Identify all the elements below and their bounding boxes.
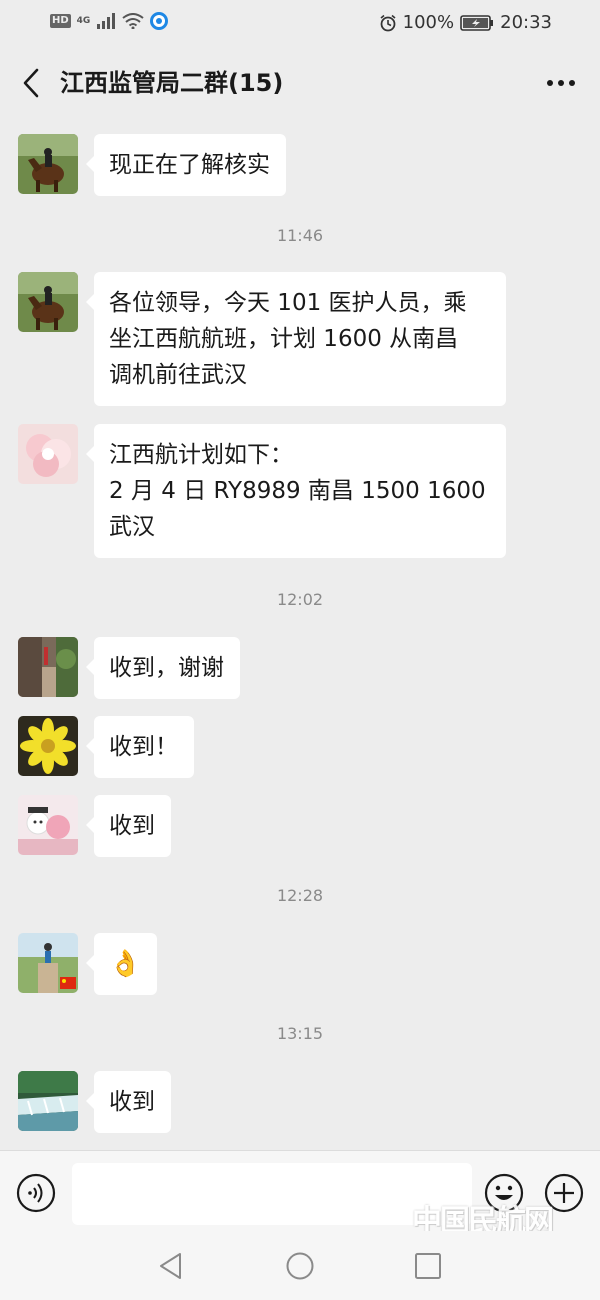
- nav-recent-apps-button[interactable]: [413, 1251, 443, 1281]
- hd-badge: HD: [50, 14, 71, 28]
- chat-header: 江西监管局二群(15): [0, 46, 600, 120]
- message-bubble[interactable]: 收到: [86, 795, 171, 857]
- triangle-back-icon: [160, 1253, 181, 1279]
- runner-avatar[interactable]: [18, 933, 78, 993]
- status-left: HD 4G: [50, 12, 169, 30]
- yellow-flower-avatar[interactable]: [18, 716, 78, 776]
- back-button[interactable]: [14, 64, 48, 102]
- more-dots-icon: [547, 80, 575, 86]
- waterfall-avatar[interactable]: [18, 1071, 78, 1131]
- network-type: 4G: [76, 15, 91, 26]
- system-navigation-bar: [0, 1231, 600, 1300]
- more-options-button[interactable]: [544, 70, 578, 96]
- status-right: 100% 20:33: [379, 12, 552, 33]
- voice-input-button[interactable]: [16, 1173, 56, 1213]
- battery-icon: [460, 14, 494, 31]
- square-recent-icon: [415, 1253, 441, 1279]
- pink-flower-avatar[interactable]: [18, 424, 78, 484]
- message-bubble[interactable]: 收到！: [86, 716, 194, 778]
- nav-home-button[interactable]: [285, 1251, 315, 1281]
- chat-history[interactable]: 现正在了解核实 11:46 各位领导，今天 101 医护人员，乘 坐江西航航班，…: [0, 120, 600, 1150]
- timestamp: 12:28: [276, 886, 324, 905]
- status-bar: HD 4G 100% 20:33: [0, 0, 600, 46]
- timestamp: 13:15: [276, 1024, 324, 1043]
- signal-icon: [97, 13, 116, 29]
- chat-title: 江西监管局二群(15): [60, 69, 284, 97]
- alarm-icon: [380, 14, 396, 31]
- street-avatar[interactable]: [18, 637, 78, 697]
- nav-back-button[interactable]: [156, 1251, 186, 1281]
- timestamp: 11:46: [276, 226, 324, 245]
- message-bubble[interactable]: 各位领导，今天 101 医护人员，乘 坐江西航航班，计划 1600 从南昌 调机…: [86, 272, 506, 406]
- battery-percent: 100%: [402, 12, 455, 33]
- message-bubble[interactable]: 收到: [86, 1071, 171, 1133]
- wifi-icon: [122, 13, 144, 29]
- horse-rider-avatar[interactable]: [18, 272, 78, 332]
- app-notification-icon: [150, 12, 169, 30]
- message-bubble[interactable]: 收到，谢谢: [86, 637, 240, 699]
- horse-rider-avatar[interactable]: [18, 134, 78, 194]
- plush-toys-avatar[interactable]: [18, 795, 78, 855]
- chevron-left-icon: [23, 68, 39, 98]
- message-bubble[interactable]: 江西航计划如下： 2 月 4 日 RY8989 南昌 1500 1600 武汉: [86, 424, 506, 558]
- ok-hand-emoji-message[interactable]: 👌: [85, 933, 158, 995]
- message-bubble[interactable]: 现正在了解核实: [86, 134, 286, 196]
- voice-icon: [16, 1173, 56, 1213]
- clock: 20:33: [500, 12, 552, 33]
- timestamp: 12:02: [276, 590, 324, 609]
- circle-home-icon: [286, 1252, 314, 1280]
